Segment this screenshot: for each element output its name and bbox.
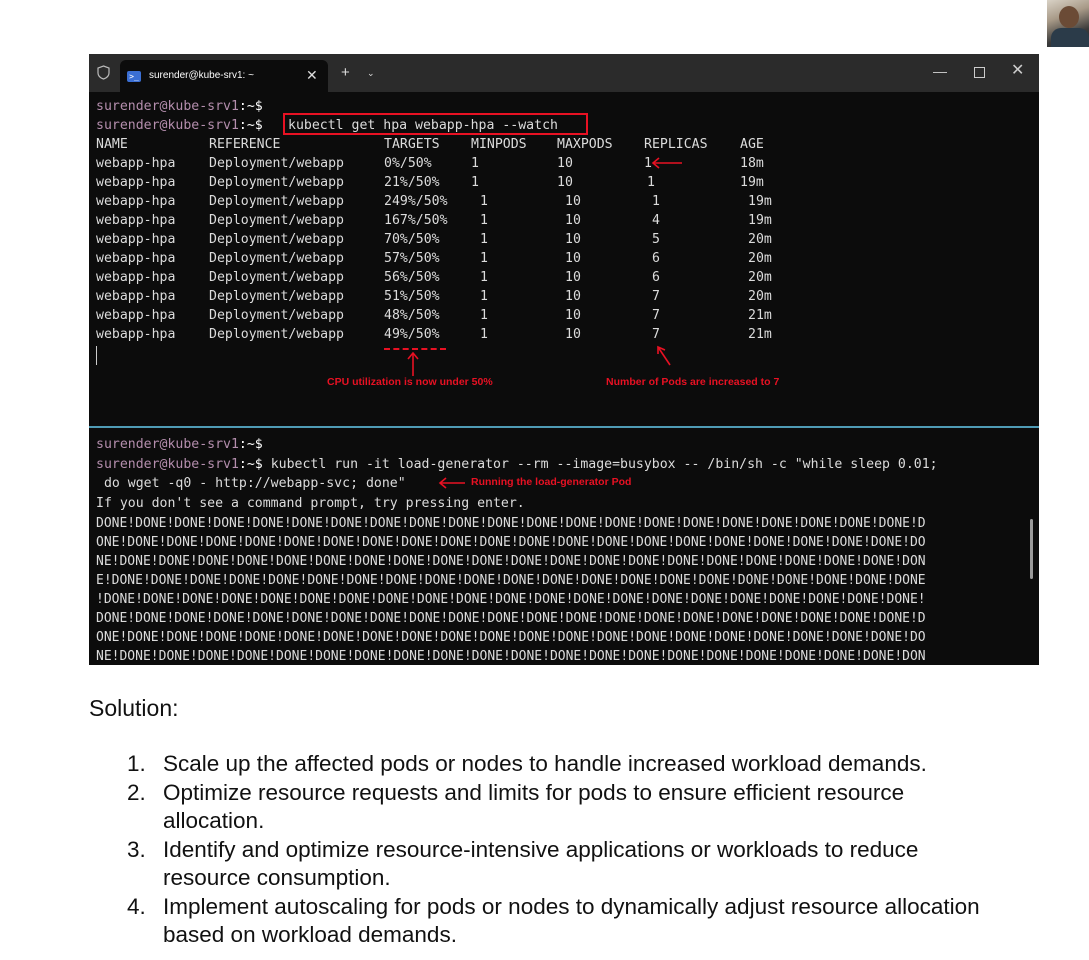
- avatar-body: [1051, 28, 1089, 47]
- load-generator-command: kubectl run -it load-generator --rm --im…: [270, 457, 938, 472]
- list-item: 1. Scale up the affected pods or nodes to…: [127, 750, 1007, 779]
- load-generator-annotation: Running the load-generator Pod: [471, 476, 632, 488]
- command-line: surender@kube-srv1:~$ kubectl run -it lo…: [96, 457, 938, 472]
- output-line: DONE!DONE!DONE!DONE!DONE!DONE!DONE!DONE!…: [96, 516, 926, 531]
- step-number: 3.: [127, 836, 146, 862]
- pane-divider[interactable]: [89, 426, 1039, 428]
- pods-arrow: [657, 345, 671, 366]
- step-number: 4.: [127, 893, 146, 919]
- output-line: ONE!DONE!DONE!DONE!DONE!DONE!DONE!DONE!D…: [96, 535, 926, 550]
- cpu-arrow: [407, 351, 419, 376]
- output-line: E!DONE!DONE!DONE!DONE!DONE!DONE!DONE!DON…: [96, 573, 926, 588]
- terminal-window: >_ surender@kube-srv1: ~ ✕ + ⌄ — ✕ suren…: [89, 54, 1039, 665]
- step-text: Identify and optimize resource-intensive…: [163, 836, 919, 891]
- output-line: !DONE!DONE!DONE!DONE!DONE!DONE!DONE!DONE…: [96, 592, 926, 607]
- avatar-head: [1059, 6, 1079, 28]
- step-number: 1.: [127, 751, 146, 776]
- solution-heading: Solution:: [89, 695, 179, 721]
- pods-annotation: Number of Pods are increased to 7: [606, 376, 780, 388]
- list-item: 4. Implement autoscaling for pods or node…: [127, 893, 1007, 950]
- user-avatar: [1047, 0, 1089, 47]
- solution-steps: 1. Scale up the affected pods or nodes to…: [127, 750, 1007, 950]
- list-item: 3. Identify and optimize resource-intensi…: [127, 836, 1007, 893]
- output-line: NE!DONE!DONE!DONE!DONE!DONE!DONE!DONE!DO…: [96, 649, 926, 664]
- list-item: 2. Optimize resource requests and limits …: [127, 779, 1007, 836]
- scrollbar-thumb[interactable]: [1030, 519, 1033, 579]
- replicas-arrow: [651, 157, 682, 169]
- prompt-line: surender@kube-srv1:~$: [96, 437, 263, 452]
- step-number: 2.: [127, 779, 146, 805]
- hint-line: If you don't see a command prompt, try p…: [96, 496, 525, 511]
- command-continuation: do wget -q0 - http://webapp-svc; done": [96, 476, 406, 491]
- output-line: ONE!DONE!DONE!DONE!DONE!DONE!DONE!DONE!D…: [96, 630, 926, 645]
- load-generator-arrow: [438, 477, 465, 489]
- step-text: Implement autoscaling for pods or nodes …: [163, 893, 980, 948]
- step-text: Scale up the affected pods or nodes to h…: [163, 751, 927, 776]
- output-line: NE!DONE!DONE!DONE!DONE!DONE!DONE!DONE!DO…: [96, 554, 926, 569]
- output-line: DONE!DONE!DONE!DONE!DONE!DONE!DONE!DONE!…: [96, 611, 926, 626]
- cpu-annotation: CPU utilization is now under 50%: [327, 376, 493, 388]
- step-text: Optimize resource requests and limits fo…: [163, 779, 905, 834]
